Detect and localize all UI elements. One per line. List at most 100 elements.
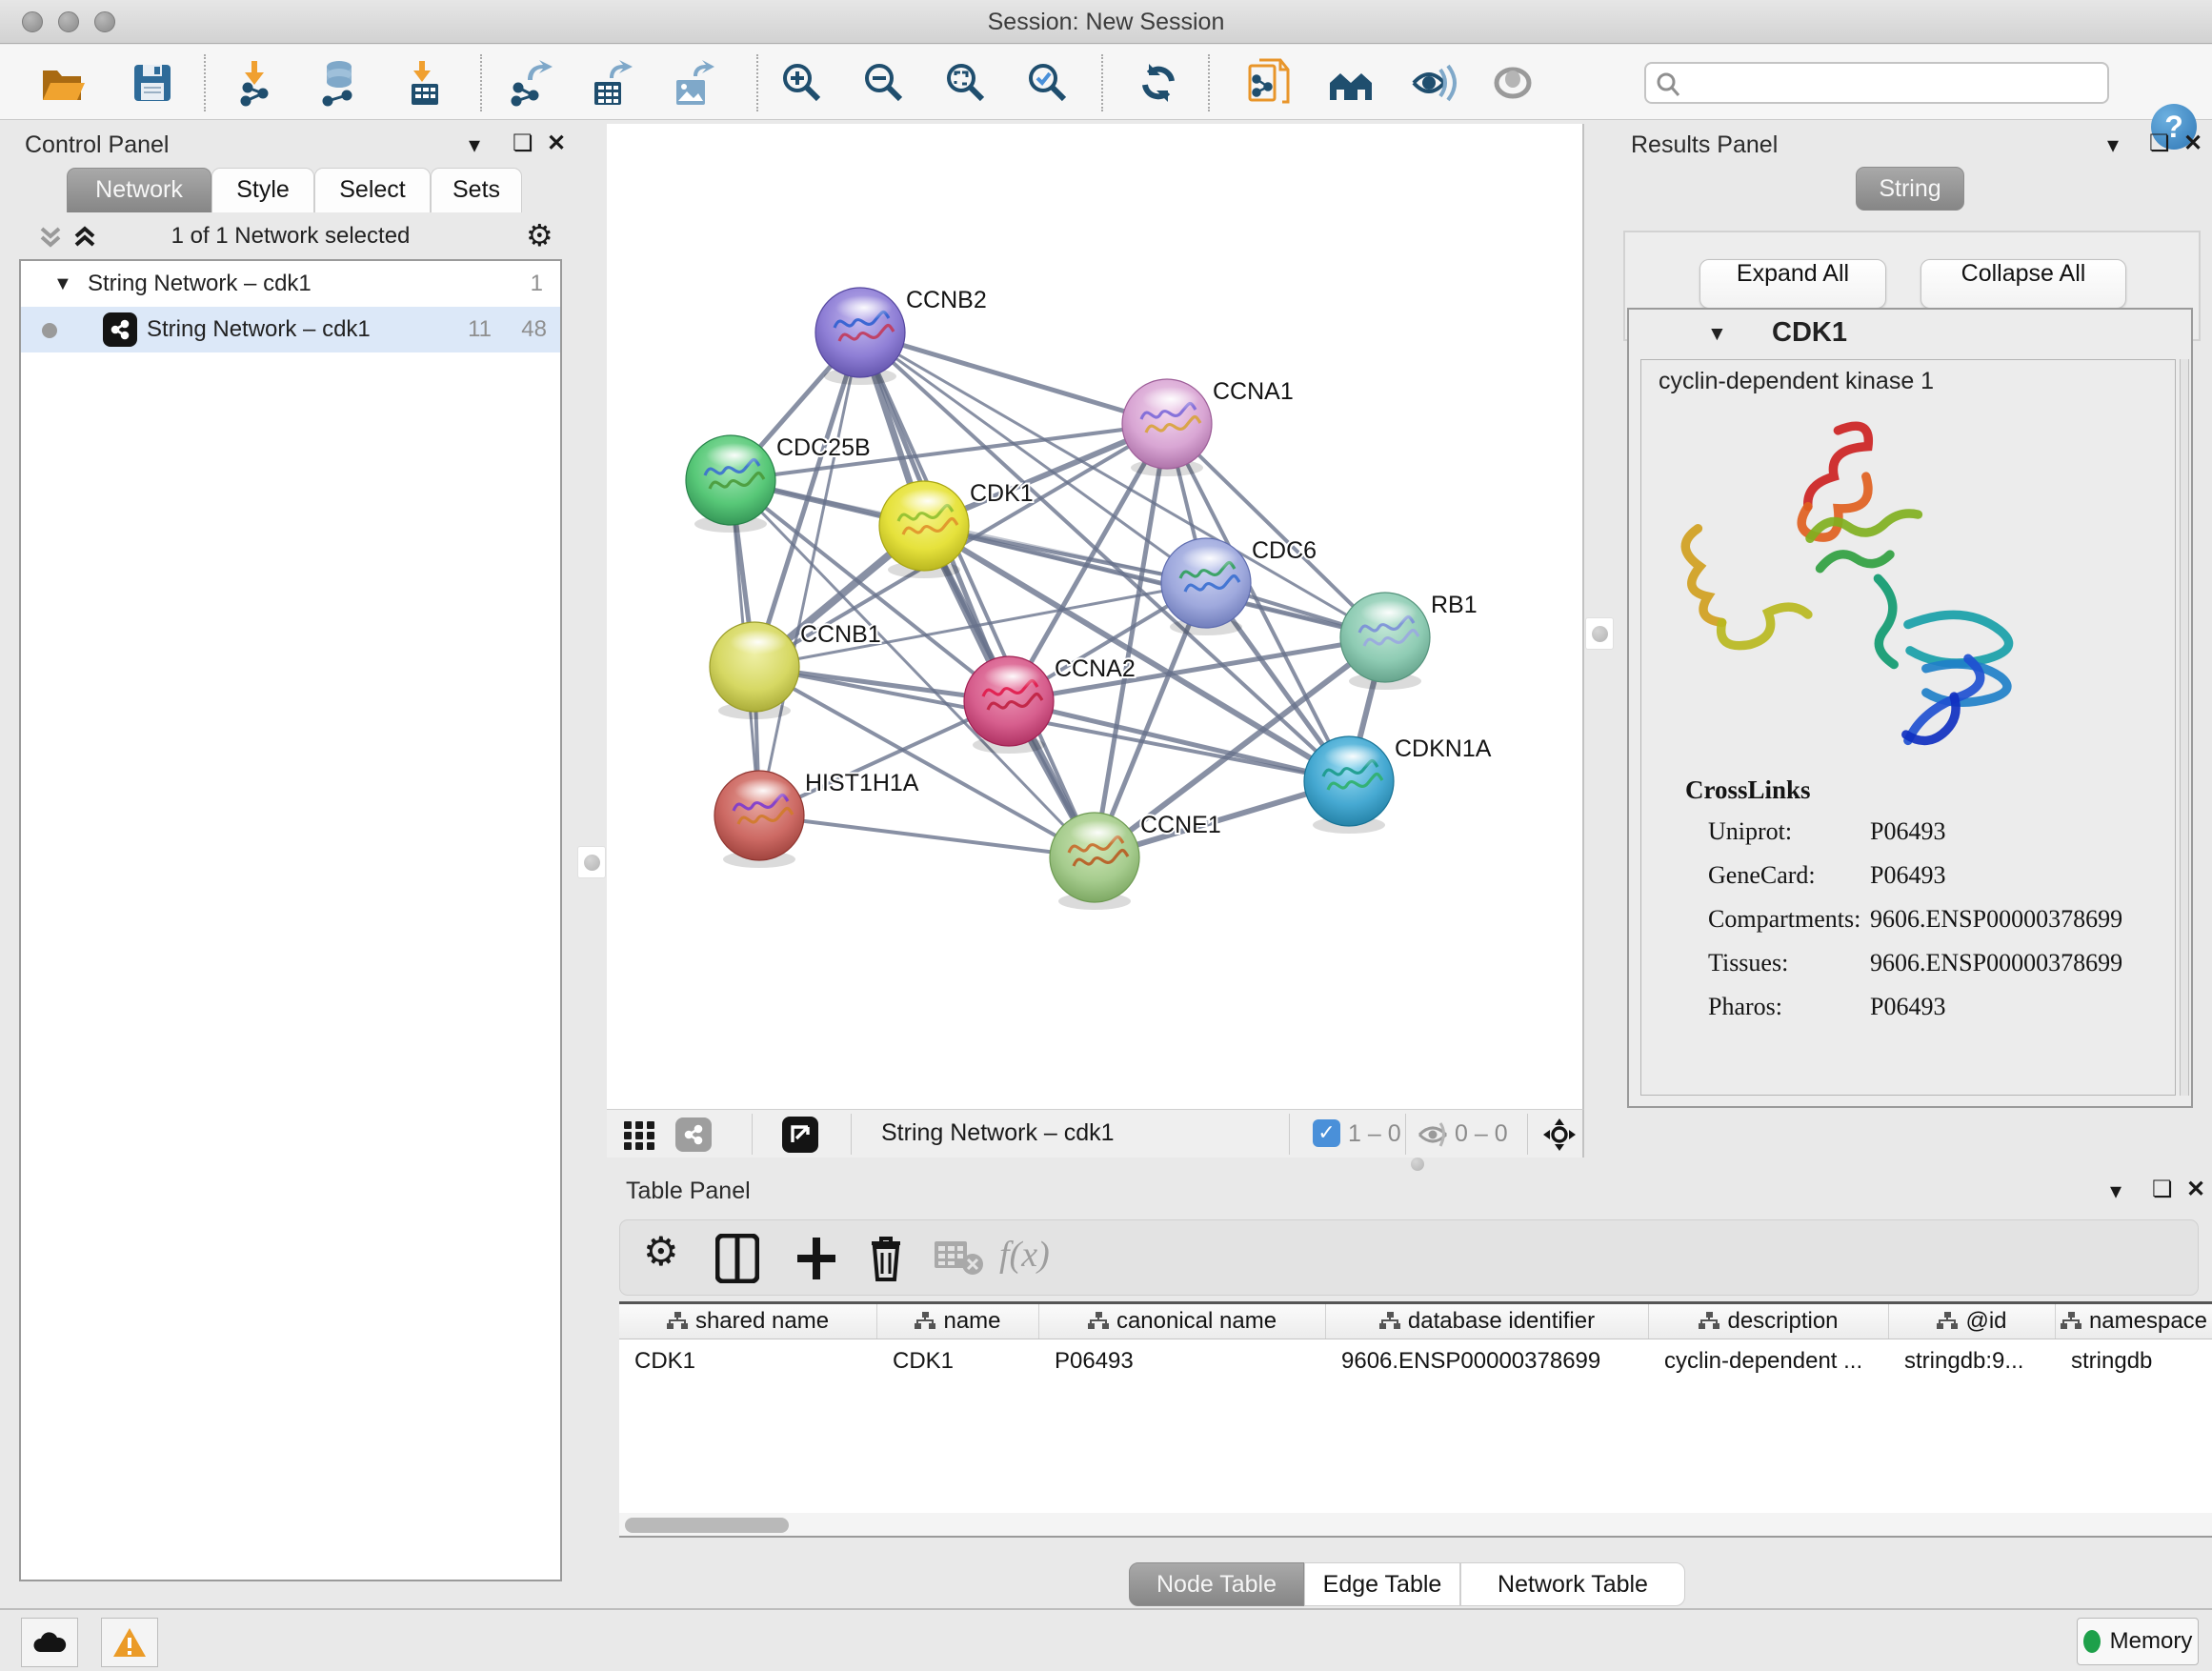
import-network-file-icon[interactable] bbox=[231, 58, 284, 108]
crosslink-link[interactable]: P06493 bbox=[1870, 817, 1945, 846]
import-network-database-icon[interactable] bbox=[312, 58, 366, 108]
show-hide-icon[interactable] bbox=[1406, 58, 1459, 108]
pan-crosshair-icon[interactable] bbox=[1542, 1117, 1577, 1157]
expand-all-button[interactable]: Expand All bbox=[1699, 259, 1886, 309]
delete-column-icon[interactable] bbox=[866, 1234, 906, 1288]
right-splitter-grip[interactable] bbox=[1585, 617, 1614, 650]
warnings-button[interactable] bbox=[101, 1618, 158, 1667]
network-graph[interactable]: CCNB2CCNA1CDC25BCDK1CDC6RB1CCNB1CCNA2CDK… bbox=[607, 124, 1582, 1107]
bottom-splitter-grip[interactable] bbox=[1402, 1157, 1433, 1172]
home-networks-icon[interactable] bbox=[1324, 58, 1377, 108]
collapse-section-icon[interactable]: ▼ bbox=[1707, 323, 1727, 346]
crosslink-link[interactable]: 9606.ENSP00000378699 bbox=[1870, 949, 2122, 977]
crosslink-link[interactable]: P06493 bbox=[1870, 861, 1945, 890]
string-view-icon[interactable] bbox=[675, 1117, 712, 1152]
zoom-out-icon[interactable] bbox=[857, 58, 911, 108]
search-box[interactable] bbox=[1644, 62, 2109, 104]
tab-edge-table[interactable]: Edge Table bbox=[1304, 1562, 1460, 1606]
refresh-icon[interactable] bbox=[1132, 58, 1185, 108]
crosslinks-title: CrossLinks bbox=[1685, 775, 1811, 805]
collapse-all-button[interactable]: Collapse All bbox=[1920, 259, 2126, 309]
add-column-icon[interactable] bbox=[794, 1234, 839, 1288]
clone-network-icon[interactable] bbox=[1242, 58, 1296, 108]
crosslink-link[interactable]: 9606.ENSP00000378699 bbox=[1870, 905, 2122, 934]
tab-network[interactable]: Network bbox=[67, 168, 211, 212]
network-row[interactable]: String Network – cdk1 11 48 bbox=[21, 307, 560, 352]
table-settings-gear-icon[interactable]: ⚙ bbox=[643, 1228, 679, 1275]
grid-view-icon[interactable] bbox=[624, 1119, 656, 1155]
zoom-in-icon[interactable] bbox=[775, 58, 829, 108]
search-input[interactable] bbox=[1688, 66, 2098, 100]
undock-panel-icon[interactable]: ❏ bbox=[2149, 130, 2170, 157]
network-label: String Network – cdk1 bbox=[147, 307, 371, 352]
left-splitter-grip[interactable] bbox=[577, 846, 606, 878]
close-panel-icon[interactable]: ✕ bbox=[2186, 1176, 2205, 1203]
memory-button[interactable]: Memory bbox=[2077, 1618, 2199, 1665]
node-CCNA2[interactable]: CCNA2 bbox=[964, 655, 1136, 754]
zoom-selected-icon[interactable] bbox=[1021, 58, 1075, 108]
column-header[interactable]: name bbox=[877, 1304, 1039, 1339]
undock-panel-icon[interactable]: ❏ bbox=[2152, 1176, 2173, 1203]
export-table-icon[interactable] bbox=[583, 58, 636, 108]
crosslink-label: Pharos: bbox=[1708, 993, 1782, 1021]
close-panel-icon[interactable]: ✕ bbox=[547, 130, 566, 157]
node-CDK1[interactable]: CDK1 bbox=[879, 480, 1034, 578]
zoom-fit-icon[interactable] bbox=[939, 58, 993, 108]
column-header[interactable]: @id bbox=[1889, 1304, 2056, 1339]
undock-panel-icon[interactable]: ❏ bbox=[513, 130, 533, 157]
selection-checkbox-icon[interactable]: ✓ bbox=[1313, 1119, 1340, 1147]
node-RB1[interactable]: RB1 bbox=[1340, 592, 1478, 690]
export-network-icon[interactable] bbox=[503, 58, 556, 108]
expander-icon[interactable]: ▼ bbox=[53, 261, 72, 307]
tab-select[interactable]: Select bbox=[314, 168, 431, 212]
tab-style[interactable]: Style bbox=[211, 168, 314, 212]
column-header[interactable]: database identifier bbox=[1326, 1304, 1649, 1339]
tab-string[interactable]: String bbox=[1856, 167, 1964, 211]
import-table-icon[interactable] bbox=[398, 58, 452, 108]
warning-icon bbox=[111, 1626, 148, 1659]
birds-eye-view-icon[interactable] bbox=[782, 1117, 818, 1153]
column-header[interactable]: shared name bbox=[619, 1304, 877, 1339]
table-panel: Table Panel ▾ ❏ ✕ ⚙ f(x) shared name nam… bbox=[607, 1174, 2212, 1608]
network-options-gear-icon[interactable]: ⚙ bbox=[526, 217, 553, 253]
show-columns-icon[interactable] bbox=[715, 1234, 759, 1288]
open-file-icon[interactable] bbox=[36, 58, 90, 108]
float-panel-icon[interactable]: ▾ bbox=[469, 131, 480, 159]
control-panel: Control Panel ▾ ❏ ✕ Network Style Select… bbox=[11, 124, 570, 1589]
float-panel-icon[interactable]: ▾ bbox=[2107, 131, 2119, 159]
table-horizontal-scrollbar[interactable] bbox=[619, 1513, 2212, 1538]
save-session-icon[interactable] bbox=[126, 58, 179, 108]
cloud-button[interactable] bbox=[21, 1618, 78, 1667]
tab-sets[interactable]: Sets bbox=[431, 168, 522, 212]
results-scrollbar[interactable] bbox=[2180, 359, 2189, 1096]
node-CDKN1A[interactable]: CDKN1A bbox=[1304, 735, 1492, 834]
float-panel-icon[interactable]: ▾ bbox=[2110, 1178, 2122, 1205]
column-header[interactable]: namespace bbox=[2056, 1304, 2212, 1339]
crosslink-link[interactable]: P06493 bbox=[1870, 993, 1945, 1021]
network-collection-row[interactable]: ▼ String Network – cdk1 1 bbox=[21, 261, 560, 307]
close-panel-icon[interactable]: ✕ bbox=[2183, 130, 2202, 157]
tab-network-table[interactable]: Network Table bbox=[1460, 1562, 1685, 1606]
table-panel-title: Table Panel bbox=[626, 1178, 751, 1205]
network-view-title: String Network – cdk1 bbox=[881, 1119, 1115, 1147]
node-label: CCNB2 bbox=[906, 287, 987, 313]
column-header[interactable]: canonical name bbox=[1039, 1304, 1326, 1339]
delete-table-icon bbox=[935, 1241, 984, 1280]
network-view[interactable]: CCNB2CCNA1CDC25BCDK1CDC6RB1CCNB1CCNA2CDK… bbox=[607, 124, 1584, 1109]
edge-CCNB2-CCNA1[interactable] bbox=[860, 332, 1167, 424]
table-row[interactable]: CDK1 CDK1 P06493 9606.ENSP00000378699 cy… bbox=[619, 1342, 2212, 1380]
export-image-icon[interactable] bbox=[665, 58, 718, 108]
node-label: HIST1H1A bbox=[805, 770, 919, 796]
node-HIST1H1A[interactable]: HIST1H1A bbox=[714, 770, 919, 868]
edge-HIST1H1A-CCNE1[interactable] bbox=[759, 815, 1095, 857]
tab-node-table[interactable]: Node Table bbox=[1129, 1562, 1304, 1606]
node-CDC6[interactable]: CDC6 bbox=[1161, 537, 1317, 635]
column-header[interactable]: description bbox=[1649, 1304, 1889, 1339]
network-tree: ▼ String Network – cdk1 1 String Network… bbox=[19, 259, 562, 1581]
edge-HIST1H1A-CCNB2[interactable] bbox=[759, 332, 860, 815]
network-selection-status: 1 of 1 Network selected bbox=[11, 223, 570, 250]
status-bar: Memory bbox=[0, 1608, 2212, 1671]
current-network-dot-icon bbox=[42, 323, 57, 338]
cloud-icon bbox=[30, 1629, 69, 1656]
scrollbar-thumb[interactable] bbox=[625, 1518, 789, 1533]
